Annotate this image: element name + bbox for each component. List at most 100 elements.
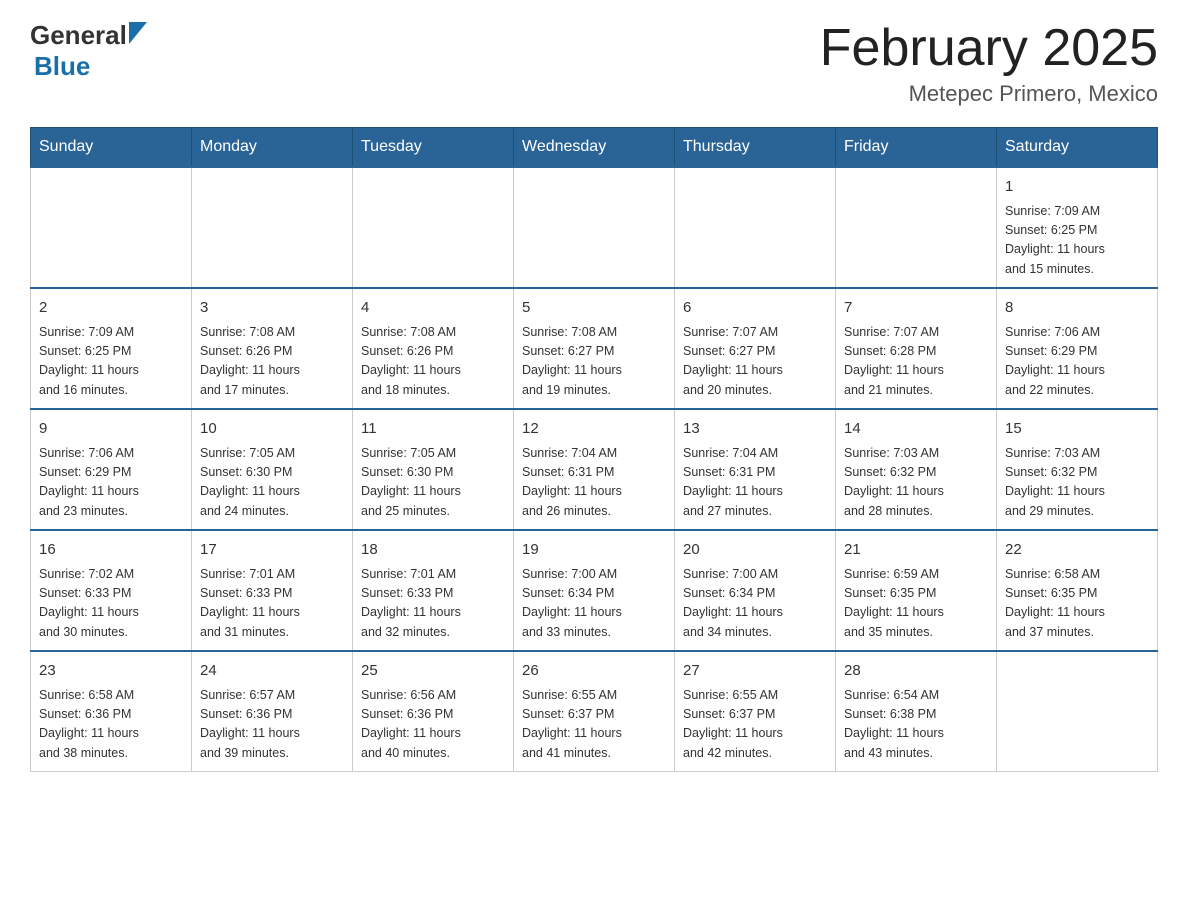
day-info: Sunrise: 7:08 AMSunset: 6:26 PMDaylight:… [361,323,505,401]
day-number: 15 [1005,418,1149,441]
calendar-cell: 28 Sunrise: 6:54 AMSunset: 6:38 PMDayligh… [836,651,997,772]
day-number: 21 [844,539,988,562]
day-info: Sunrise: 7:08 AMSunset: 6:27 PMDaylight:… [522,323,666,401]
calendar-cell: 4 Sunrise: 7:08 AMSunset: 6:26 PMDaylight… [353,288,514,409]
weekday-header-wednesday: Wednesday [514,128,675,168]
calendar-cell: 7 Sunrise: 7:07 AMSunset: 6:28 PMDaylight… [836,288,997,409]
calendar-cell: 13 Sunrise: 7:04 AMSunset: 6:31 PMDayligh… [675,409,836,530]
logo: General Blue [30,20,147,82]
day-info: Sunrise: 7:06 AMSunset: 6:29 PMDaylight:… [39,444,183,522]
logo-general-text: General [30,20,127,51]
calendar-cell: 14Sunrise: 7:03 AMSunset: 6:32 PMDayligh… [836,409,997,530]
calendar-cell: 6 Sunrise: 7:07 AMSunset: 6:27 PMDaylight… [675,288,836,409]
calendar-cell: 8Sunrise: 7:06 AMSunset: 6:29 PMDaylight… [997,288,1158,409]
day-info: Sunrise: 7:01 AMSunset: 6:33 PMDaylight:… [361,565,505,643]
calendar-cell [192,167,353,288]
calendar-week-row: 16Sunrise: 7:02 AMSunset: 6:33 PMDayligh… [31,530,1158,651]
calendar-cell: 9 Sunrise: 7:06 AMSunset: 6:29 PMDaylight… [31,409,192,530]
day-info: Sunrise: 7:05 AMSunset: 6:30 PMDaylight:… [200,444,344,522]
calendar-cell: 24 Sunrise: 6:57 AMSunset: 6:36 PMDayligh… [192,651,353,772]
day-info: Sunrise: 7:03 AMSunset: 6:32 PMDaylight:… [1005,444,1149,522]
page-header: General Blue February 2025 Metepec Prime… [30,20,1158,107]
calendar-cell [675,167,836,288]
calendar-week-row: 23 Sunrise: 6:58 AMSunset: 6:36 PMDayligh… [31,651,1158,772]
calendar-cell: 23 Sunrise: 6:58 AMSunset: 6:36 PMDayligh… [31,651,192,772]
day-info: Sunrise: 7:05 AMSunset: 6:30 PMDaylight:… [361,444,505,522]
day-number: 9 [39,418,183,441]
day-number: 3 [200,297,344,320]
weekday-header-saturday: Saturday [997,128,1158,168]
calendar-cell [31,167,192,288]
calendar-cell [353,167,514,288]
day-info: Sunrise: 6:54 AMSunset: 6:38 PMDaylight:… [844,686,988,764]
day-info: Sunrise: 7:03 AMSunset: 6:32 PMDaylight:… [844,444,988,522]
day-info: Sunrise: 7:04 AMSunset: 6:31 PMDaylight:… [522,444,666,522]
weekday-header-friday: Friday [836,128,997,168]
day-info: Sunrise: 7:08 AMSunset: 6:26 PMDaylight:… [200,323,344,401]
day-number: 2 [39,297,183,320]
calendar-week-row: 1 Sunrise: 7:09 AMSunset: 6:25 PMDaylight… [31,167,1158,288]
weekday-header-sunday: Sunday [31,128,192,168]
location-subtitle: Metepec Primero, Mexico [820,81,1158,107]
calendar-cell: 26Sunrise: 6:55 AMSunset: 6:37 PMDayligh… [514,651,675,772]
day-info: Sunrise: 7:09 AMSunset: 6:25 PMDaylight:… [39,323,183,401]
calendar-cell [997,651,1158,772]
day-info: Sunrise: 7:00 AMSunset: 6:34 PMDaylight:… [683,565,827,643]
day-info: Sunrise: 6:55 AMSunset: 6:37 PMDaylight:… [683,686,827,764]
day-number: 20 [683,539,827,562]
day-number: 10 [200,418,344,441]
weekday-header-tuesday: Tuesday [353,128,514,168]
weekday-header-monday: Monday [192,128,353,168]
day-number: 18 [361,539,505,562]
calendar-week-row: 2 Sunrise: 7:09 AMSunset: 6:25 PMDaylight… [31,288,1158,409]
day-number: 24 [200,660,344,683]
day-info: Sunrise: 6:58 AMSunset: 6:35 PMDaylight:… [1005,565,1149,643]
day-number: 23 [39,660,183,683]
calendar-week-row: 9 Sunrise: 7:06 AMSunset: 6:29 PMDaylight… [31,409,1158,530]
day-number: 19 [522,539,666,562]
day-number: 11 [361,418,505,441]
logo-blue-text: Blue [34,51,90,81]
day-info: Sunrise: 7:06 AMSunset: 6:29 PMDaylight:… [1005,323,1149,401]
day-info: Sunrise: 7:01 AMSunset: 6:33 PMDaylight:… [200,565,344,643]
day-number: 27 [683,660,827,683]
day-number: 1 [1005,176,1149,199]
day-number: 4 [361,297,505,320]
calendar-cell: 17Sunrise: 7:01 AMSunset: 6:33 PMDayligh… [192,530,353,651]
day-info: Sunrise: 6:58 AMSunset: 6:36 PMDaylight:… [39,686,183,764]
calendar-cell: 1 Sunrise: 7:09 AMSunset: 6:25 PMDaylight… [997,167,1158,288]
calendar-cell [514,167,675,288]
calendar-cell: 27 Sunrise: 6:55 AMSunset: 6:37 PMDayligh… [675,651,836,772]
day-info: Sunrise: 7:07 AMSunset: 6:28 PMDaylight:… [844,323,988,401]
calendar-cell: 5 Sunrise: 7:08 AMSunset: 6:27 PMDaylight… [514,288,675,409]
day-number: 6 [683,297,827,320]
day-info: Sunrise: 6:55 AMSunset: 6:37 PMDaylight:… [522,686,666,764]
day-info: Sunrise: 6:56 AMSunset: 6:36 PMDaylight:… [361,686,505,764]
calendar-table: SundayMondayTuesdayWednesdayThursdayFrid… [30,127,1158,772]
day-number: 7 [844,297,988,320]
day-number: 13 [683,418,827,441]
weekday-header-thursday: Thursday [675,128,836,168]
calendar-cell: 16Sunrise: 7:02 AMSunset: 6:33 PMDayligh… [31,530,192,651]
calendar-cell: 10 Sunrise: 7:05 AMSunset: 6:30 PMDayligh… [192,409,353,530]
calendar-cell: 22 Sunrise: 6:58 AMSunset: 6:35 PMDayligh… [997,530,1158,651]
day-info: Sunrise: 6:57 AMSunset: 6:36 PMDaylight:… [200,686,344,764]
day-info: Sunrise: 7:04 AMSunset: 6:31 PMDaylight:… [683,444,827,522]
day-number: 22 [1005,539,1149,562]
day-number: 5 [522,297,666,320]
calendar-cell: 3 Sunrise: 7:08 AMSunset: 6:26 PMDaylight… [192,288,353,409]
day-number: 28 [844,660,988,683]
day-number: 16 [39,539,183,562]
day-info: Sunrise: 7:00 AMSunset: 6:34 PMDaylight:… [522,565,666,643]
day-info: Sunrise: 7:09 AMSunset: 6:25 PMDaylight:… [1005,202,1149,280]
calendar-cell: 21Sunrise: 6:59 AMSunset: 6:35 PMDayligh… [836,530,997,651]
logo-arrow-icon [129,22,147,44]
calendar-cell: 20 Sunrise: 7:00 AMSunset: 6:34 PMDayligh… [675,530,836,651]
calendar-cell: 2 Sunrise: 7:09 AMSunset: 6:25 PMDaylight… [31,288,192,409]
title-section: February 2025 Metepec Primero, Mexico [820,20,1158,107]
day-number: 25 [361,660,505,683]
calendar-cell: 18 Sunrise: 7:01 AMSunset: 6:33 PMDayligh… [353,530,514,651]
calendar-cell: 11 Sunrise: 7:05 AMSunset: 6:30 PMDayligh… [353,409,514,530]
month-title: February 2025 [820,20,1158,77]
day-info: Sunrise: 7:07 AMSunset: 6:27 PMDaylight:… [683,323,827,401]
